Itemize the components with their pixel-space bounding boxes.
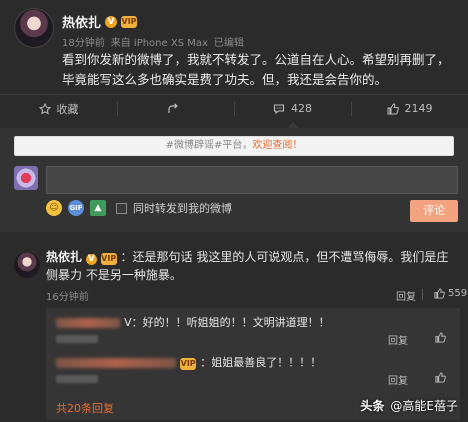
comment-input[interactable]: [46, 166, 458, 194]
action-bar: 收藏 428 2149: [0, 94, 468, 128]
comment-panel: #微博辟谣#平台，欢迎查阅！ ☺ GIF ▲ 同时转发到我的微博 评论: [0, 128, 468, 232]
thumbs-up-icon: [435, 332, 446, 343]
repost-button[interactable]: [117, 95, 234, 122]
like-count: 2149: [404, 102, 433, 115]
reply-body: 热依扎 V VIP ：还是那句话 我这里的人可说观点，但不遭骂侮辱。我们是庄侧暴…: [46, 248, 460, 284]
thumbs-up-icon: [387, 102, 399, 114]
emoji-icon[interactable]: ☺: [46, 200, 62, 216]
edited-link[interactable]: 已编辑: [214, 34, 244, 49]
comment-submit-button[interactable]: 评论: [410, 200, 458, 222]
author-avatar[interactable]: [14, 8, 54, 48]
blurred-time: [56, 335, 98, 343]
vip-badge-icon: VIP: [180, 358, 197, 370]
reply-like-count: 559: [448, 288, 468, 299]
sub-reply-item: V：好的！！听姐姐的！！文明讲道理！！: [56, 314, 452, 330]
thumbs-up-icon: [434, 288, 445, 299]
reply-like-button[interactable]: 559: [434, 288, 467, 299]
favorite-button[interactable]: 收藏: [0, 95, 117, 122]
forward-checkbox[interactable]: [116, 202, 127, 214]
gif-icon[interactable]: GIF: [68, 200, 84, 216]
verified-badge-icon: V: [105, 15, 118, 28]
author-row: 热依扎 V VIP: [62, 12, 138, 31]
blurred-username: [56, 317, 120, 328]
rumor-notice[interactable]: #微博辟谣#平台，欢迎查阅！: [14, 136, 454, 156]
comment-count: 428: [291, 102, 312, 115]
watermark-handle: @高能E蓓子: [390, 399, 458, 413]
reply-button[interactable]: 回复: [396, 288, 416, 303]
verified-badge-icon: V: [85, 254, 97, 265]
vip-badge-icon: VIP: [100, 253, 117, 265]
comment-button[interactable]: 428: [234, 95, 351, 128]
sub-reply-text: V：好的！！听姐姐的！！文明讲道理！！: [124, 316, 330, 329]
reply-author-avatar[interactable]: [14, 252, 40, 278]
reply-author-name[interactable]: 热依扎: [46, 250, 82, 264]
post-text: 看到你发新的微博了，我就不转发了。公道自在人心。希望别再删了，毕竟能写这么多也确…: [62, 52, 450, 87]
author-name[interactable]: 热依扎: [62, 12, 101, 31]
post-time[interactable]: 18分钟前: [62, 34, 105, 49]
share-icon: [167, 102, 178, 113]
notice-link[interactable]: 欢迎查阅！: [252, 140, 302, 151]
watermark: 头条 @高能E蓓子: [360, 397, 458, 414]
blurred-time: [56, 375, 98, 383]
comment-icon: [273, 103, 285, 114]
weibo-post-card: 热依扎 V VIP 18分钟前 来自 iPhone XS Max 已编辑 看到你…: [0, 0, 468, 422]
sub-like-button[interactable]: [435, 332, 446, 346]
sub-reply-button[interactable]: 回复: [388, 332, 408, 347]
sub-reply-meta: 回复: [56, 372, 452, 387]
like-button[interactable]: 2149: [351, 95, 468, 122]
thumbs-up-icon: [435, 372, 446, 383]
favorite-label: 收藏: [56, 102, 79, 116]
vip-badge-icon: VIP: [121, 15, 138, 28]
notice-tag[interactable]: #微博辟谣#平台，: [166, 140, 253, 151]
image-icon[interactable]: ▲: [90, 200, 106, 216]
blurred-username: [56, 357, 176, 368]
sub-reply-button[interactable]: 回复: [388, 372, 408, 387]
comment-tools: ☺ GIF ▲ 同时转发到我的微博: [46, 200, 232, 216]
more-replies-link[interactable]: 共20条回复: [56, 400, 114, 416]
watermark-logo: 头条: [360, 399, 385, 413]
forward-label: 同时转发到我的微博: [133, 202, 232, 215]
star-icon: [38, 102, 51, 114]
sub-reply-text: ：姐姐最善良了！！！！: [200, 356, 322, 369]
divider: [422, 289, 423, 300]
reply-time: 16分钟前: [46, 292, 89, 303]
post-source: 来自 iPhone XS Max: [110, 38, 208, 49]
sub-like-button[interactable]: [435, 372, 446, 386]
sub-reply-item: VIP ：姐姐最善良了！！！！: [56, 354, 452, 370]
current-user-avatar: [14, 166, 38, 190]
sub-reply-meta: 回复: [56, 332, 452, 347]
post-meta: 18分钟前 来自 iPhone XS Max 已编辑: [62, 34, 244, 49]
reply-meta: 16分钟前 回复 559: [46, 288, 467, 303]
